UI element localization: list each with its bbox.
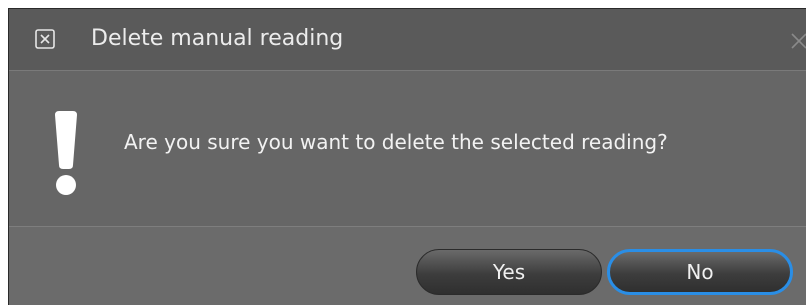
dialog-titlebar: Delete manual reading (9, 9, 806, 71)
dialog-footer: Yes No (9, 227, 806, 305)
delete-reading-dialog: Delete manual reading Are you sure you w… (8, 8, 806, 305)
dialog-title: Delete manual reading (91, 26, 344, 51)
dialog-content: Are you sure you want to delete the sele… (9, 71, 806, 227)
confirmation-message: Are you sure you want to delete the sele… (124, 130, 668, 154)
no-button[interactable]: No (607, 249, 793, 295)
yes-button[interactable]: Yes (416, 249, 602, 295)
exclamation-icon (55, 111, 77, 195)
close-box-icon[interactable] (35, 29, 55, 49)
close-icon[interactable] (788, 29, 806, 51)
